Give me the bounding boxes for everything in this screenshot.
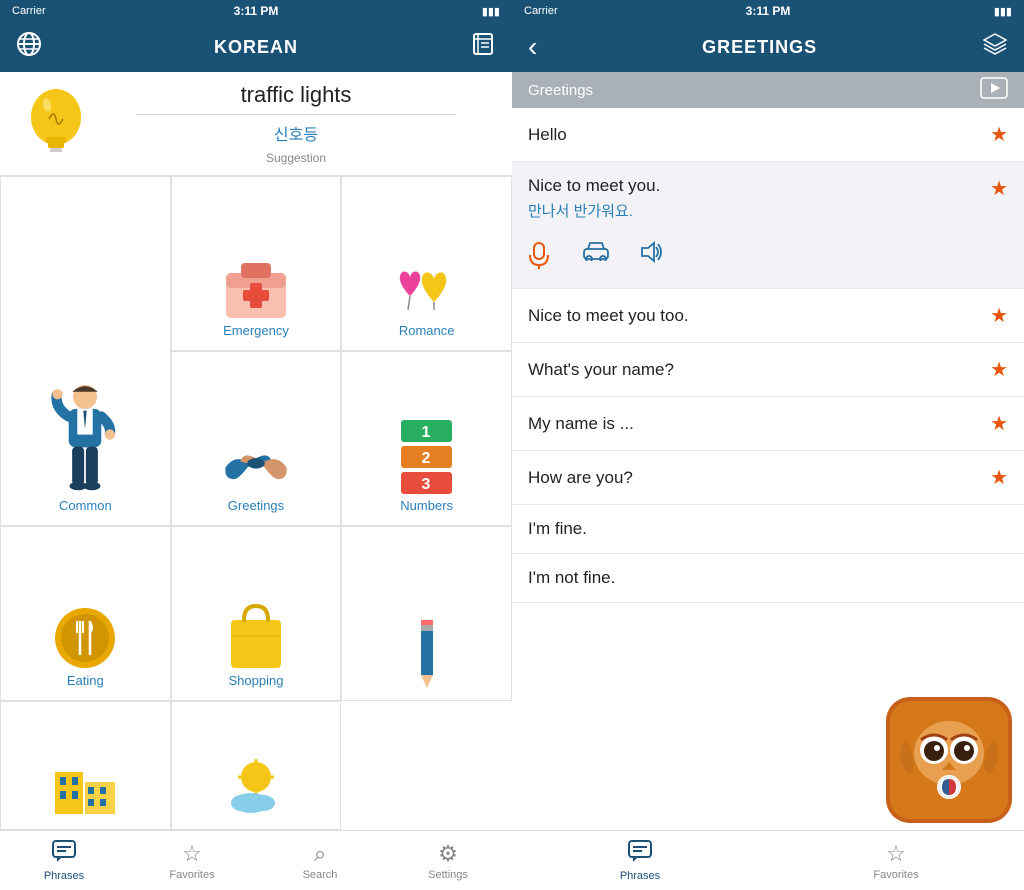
categories-grid: Common Emergency (0, 176, 512, 830)
category-emergency[interactable]: Emergency (171, 176, 342, 351)
phrase-nice-meet-too-text: Nice to meet you too. (528, 306, 689, 326)
left-phone: Carrier 3:11 PM ▮▮▮ KOREAN (0, 0, 512, 890)
phrase-how-are-you[interactable]: How are you? ★ (512, 451, 1024, 505)
phrase-actions (528, 233, 664, 274)
play-icon[interactable] (980, 77, 1008, 104)
settings-icon-left: ⚙ (438, 841, 458, 867)
status-bar-left: Carrier 3:11 PM ▮▮▮ (0, 0, 512, 22)
suggestion-korean: 신호등 (274, 121, 318, 145)
tab-phrases-right[interactable]: Phrases (512, 831, 768, 890)
phrase-whats-name[interactable]: What's your name? ★ (512, 343, 1024, 397)
phrase-nice-meet-too[interactable]: Nice to meet you too. ★ (512, 289, 1024, 343)
phrase-not-fine[interactable]: I'm not fine. (512, 554, 1024, 603)
phrase-whats-name-text: What's your name? (528, 360, 674, 380)
tab-bar-left: Phrases ☆ Favorites ⌕ Search ⚙ Settings (0, 830, 512, 890)
star-nice-meet-too[interactable]: ★ (990, 303, 1008, 328)
nav-title-right: GREETINGS (702, 37, 817, 58)
status-bar-right: Carrier 3:11 PM ▮▮▮ (512, 0, 1024, 22)
phrase-hello[interactable]: Hello ★ (512, 108, 1024, 162)
search-icon-left: ⌕ (314, 841, 326, 867)
category-eating-label: Eating (67, 673, 104, 688)
tab-favorites-left[interactable]: ☆ Favorites (128, 831, 256, 890)
time-right: 3:11 PM (746, 4, 791, 18)
category-eating[interactable]: Eating (0, 526, 171, 701)
tab-bar-right: Phrases ☆ Favorites (512, 830, 1024, 890)
tab-favorites-right[interactable]: ☆ Favorites (768, 831, 1024, 890)
phrase-how-are-you-text: How are you? (528, 468, 633, 488)
category-shopping[interactable]: Shopping (171, 526, 342, 701)
phrase-my-name[interactable]: My name is ... ★ (512, 397, 1024, 451)
category-common-label: Common (59, 498, 112, 513)
favorites-icon-right: ☆ (886, 841, 906, 867)
phrase-not-fine-text: I'm not fine. (528, 568, 615, 588)
category-greetings-label: Greetings (228, 498, 284, 513)
right-phone: Carrier 3:11 PM ▮▮▮ ‹ GREETINGS Greeting… (512, 0, 1024, 890)
tab-search-left[interactable]: ⌕ Search (256, 831, 384, 890)
phrase-nice-meet-korean: 만나서 반가워요. (528, 200, 660, 221)
category-shopping-label: Shopping (229, 673, 284, 688)
time-left: 3:11 PM (234, 4, 279, 18)
nav-bar-left: KOREAN (0, 22, 512, 72)
tab-phrases-left[interactable]: Phrases (0, 831, 128, 890)
category-emergency-label: Emergency (223, 323, 289, 338)
tab-search-label-left: Search (303, 869, 338, 881)
suggestion-bar: traffic lights 신호등 Suggestion (0, 72, 512, 176)
microphone-icon[interactable] (528, 241, 550, 274)
favorites-icon-left: ☆ (182, 841, 202, 867)
svg-text:1: 1 (422, 424, 431, 441)
star-whats-name[interactable]: ★ (990, 357, 1008, 382)
speaker-icon[interactable] (638, 241, 664, 274)
section-header-text: Greetings (528, 82, 593, 99)
tab-phrases-label-right: Phrases (620, 870, 660, 882)
nav-title-left: KOREAN (214, 37, 298, 58)
phrase-nice-meet-text: Nice to meet you. (528, 176, 660, 196)
category-romance-label: Romance (399, 323, 455, 338)
phrase-nice-meet-row: Nice to meet you. 만나서 반가워요. ★ (528, 176, 1008, 221)
tab-settings-left[interactable]: ⚙ Settings (384, 831, 512, 890)
category-weather[interactable] (171, 701, 342, 830)
category-common[interactable]: Common (0, 176, 171, 526)
tab-favorites-label-left: Favorites (169, 869, 214, 881)
owl-mascot (884, 695, 1014, 825)
category-numbers-label: Numbers (400, 498, 453, 513)
phrase-hello-text: Hello (528, 125, 567, 145)
tab-phrases-label-left: Phrases (44, 870, 84, 882)
tab-favorites-label-right: Favorites (873, 869, 918, 881)
car-icon[interactable] (582, 241, 610, 274)
category-pencil[interactable] (341, 526, 512, 701)
phrase-im-fine[interactable]: I'm fine. (512, 505, 1024, 554)
category-numbers[interactable]: 1 2 3 Numbers (341, 351, 512, 526)
suggestion-english: traffic lights (241, 82, 352, 108)
category-greetings[interactable]: Greetings (171, 351, 342, 526)
suggestion-label: Suggestion (266, 151, 326, 165)
star-hello[interactable]: ★ (990, 122, 1008, 147)
suggestion-text-area: traffic lights 신호등 Suggestion (96, 82, 496, 165)
carrier-left: Carrier (12, 5, 46, 17)
nav-bar-right: ‹ GREETINGS (512, 22, 1024, 72)
back-button[interactable]: ‹ (528, 31, 537, 63)
carrier-right: Carrier (524, 5, 558, 17)
tab-settings-label-left: Settings (428, 869, 468, 881)
svg-text:2: 2 (422, 450, 431, 467)
section-header: Greetings (512, 72, 1024, 108)
layers-icon[interactable] (982, 31, 1008, 63)
phrase-im-fine-text: I'm fine. (528, 519, 587, 539)
category-buildings[interactable] (0, 701, 171, 830)
phrases-icon-right (628, 840, 652, 868)
globe-icon[interactable] (16, 31, 42, 63)
battery-left: ▮▮▮ (482, 5, 500, 18)
svg-text:3: 3 (422, 476, 431, 493)
star-nice-meet[interactable]: ★ (990, 176, 1008, 201)
book-icon[interactable] (470, 31, 496, 63)
phrases-icon (52, 840, 76, 868)
phrase-my-name-text: My name is ... (528, 414, 634, 434)
star-how-are-you[interactable]: ★ (990, 465, 1008, 490)
phrase-nice-meet[interactable]: Nice to meet you. 만나서 반가워요. ★ (512, 162, 1024, 289)
suggestion-icon (16, 84, 96, 164)
category-romance[interactable]: Romance (341, 176, 512, 351)
star-my-name[interactable]: ★ (990, 411, 1008, 436)
